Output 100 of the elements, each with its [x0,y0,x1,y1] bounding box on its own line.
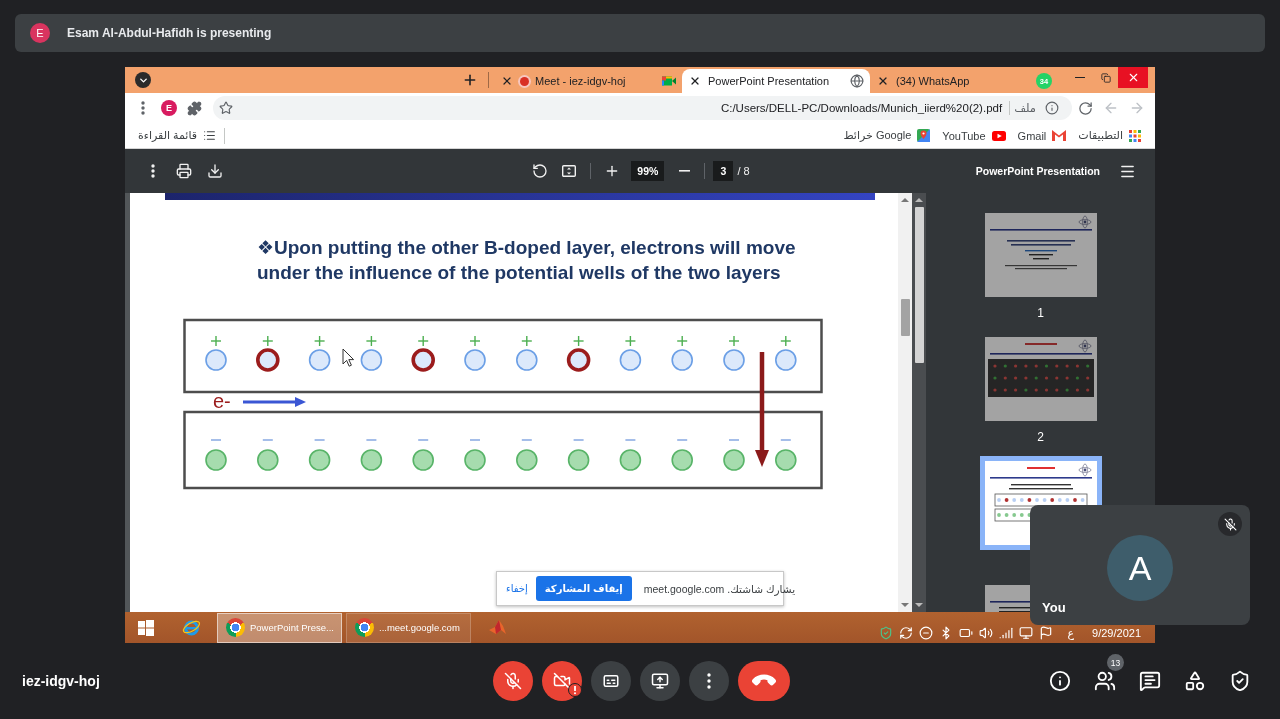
thumbnail-scrollbar[interactable] [912,193,926,612]
present-button[interactable] [639,661,680,701]
meeting-code: iez-idgv-hoj [22,673,100,689]
start-button[interactable] [137,618,155,637]
minus-sign-icon [780,439,792,441]
minus-icon [678,170,690,172]
hide-link[interactable]: إخفاء [506,583,528,594]
page-count: / 8 [737,165,750,177]
plus-sign-icon [572,335,585,347]
document-title: PowerPoint Presentation [975,165,1100,177]
apps-grid-icon [1129,129,1141,142]
monitor-icon[interactable] [1019,626,1034,640]
reload-icon [1077,100,1093,116]
download-icon [207,163,223,179]
leave-call-button[interactable] [737,661,790,701]
participant-name: You [1042,600,1066,615]
video-camera-icon [661,76,676,86]
page-scrollbar[interactable] [898,193,912,612]
reading-list-button[interactable]: قائمة القراءة [138,129,217,142]
signal-icon[interactable] [999,626,1014,640]
map-pin-icon [917,129,931,142]
plus-icon [462,72,478,88]
list-icon [203,129,217,142]
round-logo-icon [355,618,374,637]
info-icon [1045,101,1059,115]
mouse-pointer-icon [342,348,355,367]
present-screen-icon [650,672,669,690]
minus-sign-icon [365,439,378,441]
minus-sign-icon [469,439,481,441]
slide-thumbnail[interactable] [984,213,1097,297]
stop-sharing-button[interactable]: إيقاف المشاركة [535,576,632,601]
share-message: يشارك شاشتك. meet.google.com [643,582,796,595]
globe-icon [850,74,864,88]
play-icon [991,130,1006,141]
close-icon [689,75,701,87]
people-button[interactable]: 13 [1085,651,1125,701]
chat-icon [1139,670,1161,692]
speaker-icon[interactable] [979,626,994,640]
minus-sign-icon [417,439,429,441]
zoom-field[interactable]: 99% [631,161,665,181]
info-icon [1049,670,1071,692]
more-icon [151,164,155,178]
restore-icon [1101,72,1111,83]
bookmark[interactable]: Gmail [1017,129,1067,142]
scrollbar-thumb[interactable] [914,207,924,363]
plus-sign-icon [469,335,481,347]
bookmark[interactable]: التطبيقات [1078,129,1141,142]
close-icon [877,75,889,87]
plus-sign-icon [676,335,688,347]
taskbar-button[interactable]: ...meet.google.com [346,612,471,643]
clock-date[interactable]: 9/29/2021 [1092,627,1141,639]
captions-icon [601,672,620,690]
more-options-button[interactable] [688,661,729,701]
bookmark[interactable]: خرائط Google [843,129,931,142]
url-text: C:/Users/DELL-PC/Downloads/Munich_iierd%20(2).pdf [720,102,1003,114]
site-info-button[interactable]: ملف [1014,101,1059,115]
peak-logo-icon [487,618,507,637]
flag-icon[interactable] [1039,626,1054,640]
minus-sign-icon [572,439,585,441]
video-off-icon [552,672,571,690]
minus-sign-icon [313,439,326,441]
close-window-button[interactable] [1118,67,1148,88]
plus-sign-icon [521,335,533,347]
minimize-icon [1075,76,1085,79]
captions-button[interactable] [590,661,631,701]
minus-sign-icon [676,439,688,441]
arrow-left-icon [1103,100,1119,116]
arrow-right-icon [1129,100,1145,116]
plus-sign-icon [262,335,274,347]
rotate-icon [532,163,549,179]
microphone-button[interactable] [492,661,533,701]
four-pane-logo-icon [138,619,154,636]
bookmark[interactable]: YouTube [942,129,1006,142]
minus-circle-icon[interactable] [919,626,934,640]
profile-avatar[interactable]: E [161,100,177,116]
participant-count-badge: 13 [1107,654,1124,671]
language-indicator[interactable]: ع [1067,627,1075,639]
shield-check-icon[interactable] [879,626,894,640]
plus-sign-icon [313,335,326,347]
more-icon [706,673,711,689]
browser-tab[interactable]: Meet - iez-idgv-hoj [494,69,682,93]
scrollbar-thumb[interactable] [900,299,910,336]
round-logo-icon [226,618,245,637]
presenter-avatar: E [30,23,50,43]
battery-icon[interactable] [959,626,974,640]
page-field[interactable]: 3 [713,161,734,181]
fit-page-icon [562,165,577,177]
sync-icon[interactable] [899,626,914,640]
plus-sign-icon [365,335,378,347]
minus-sign-icon [262,439,274,441]
slide-title: ❖Upon putting the other B-doped layer, electrons will move under the influence of the potential wells of the two layers [257,236,797,285]
tab-search-button[interactable] [135,72,151,88]
browser-tab[interactable]: PowerPoint Presentation [682,69,870,93]
electron-label: e- [213,390,231,412]
minus-sign-icon [624,439,637,441]
plus-sign-icon [780,335,792,347]
camera-button[interactable] [541,661,582,701]
close-icon [501,75,513,87]
slide-thumbnail[interactable] [984,337,1097,421]
minus-sign-icon [210,439,222,441]
